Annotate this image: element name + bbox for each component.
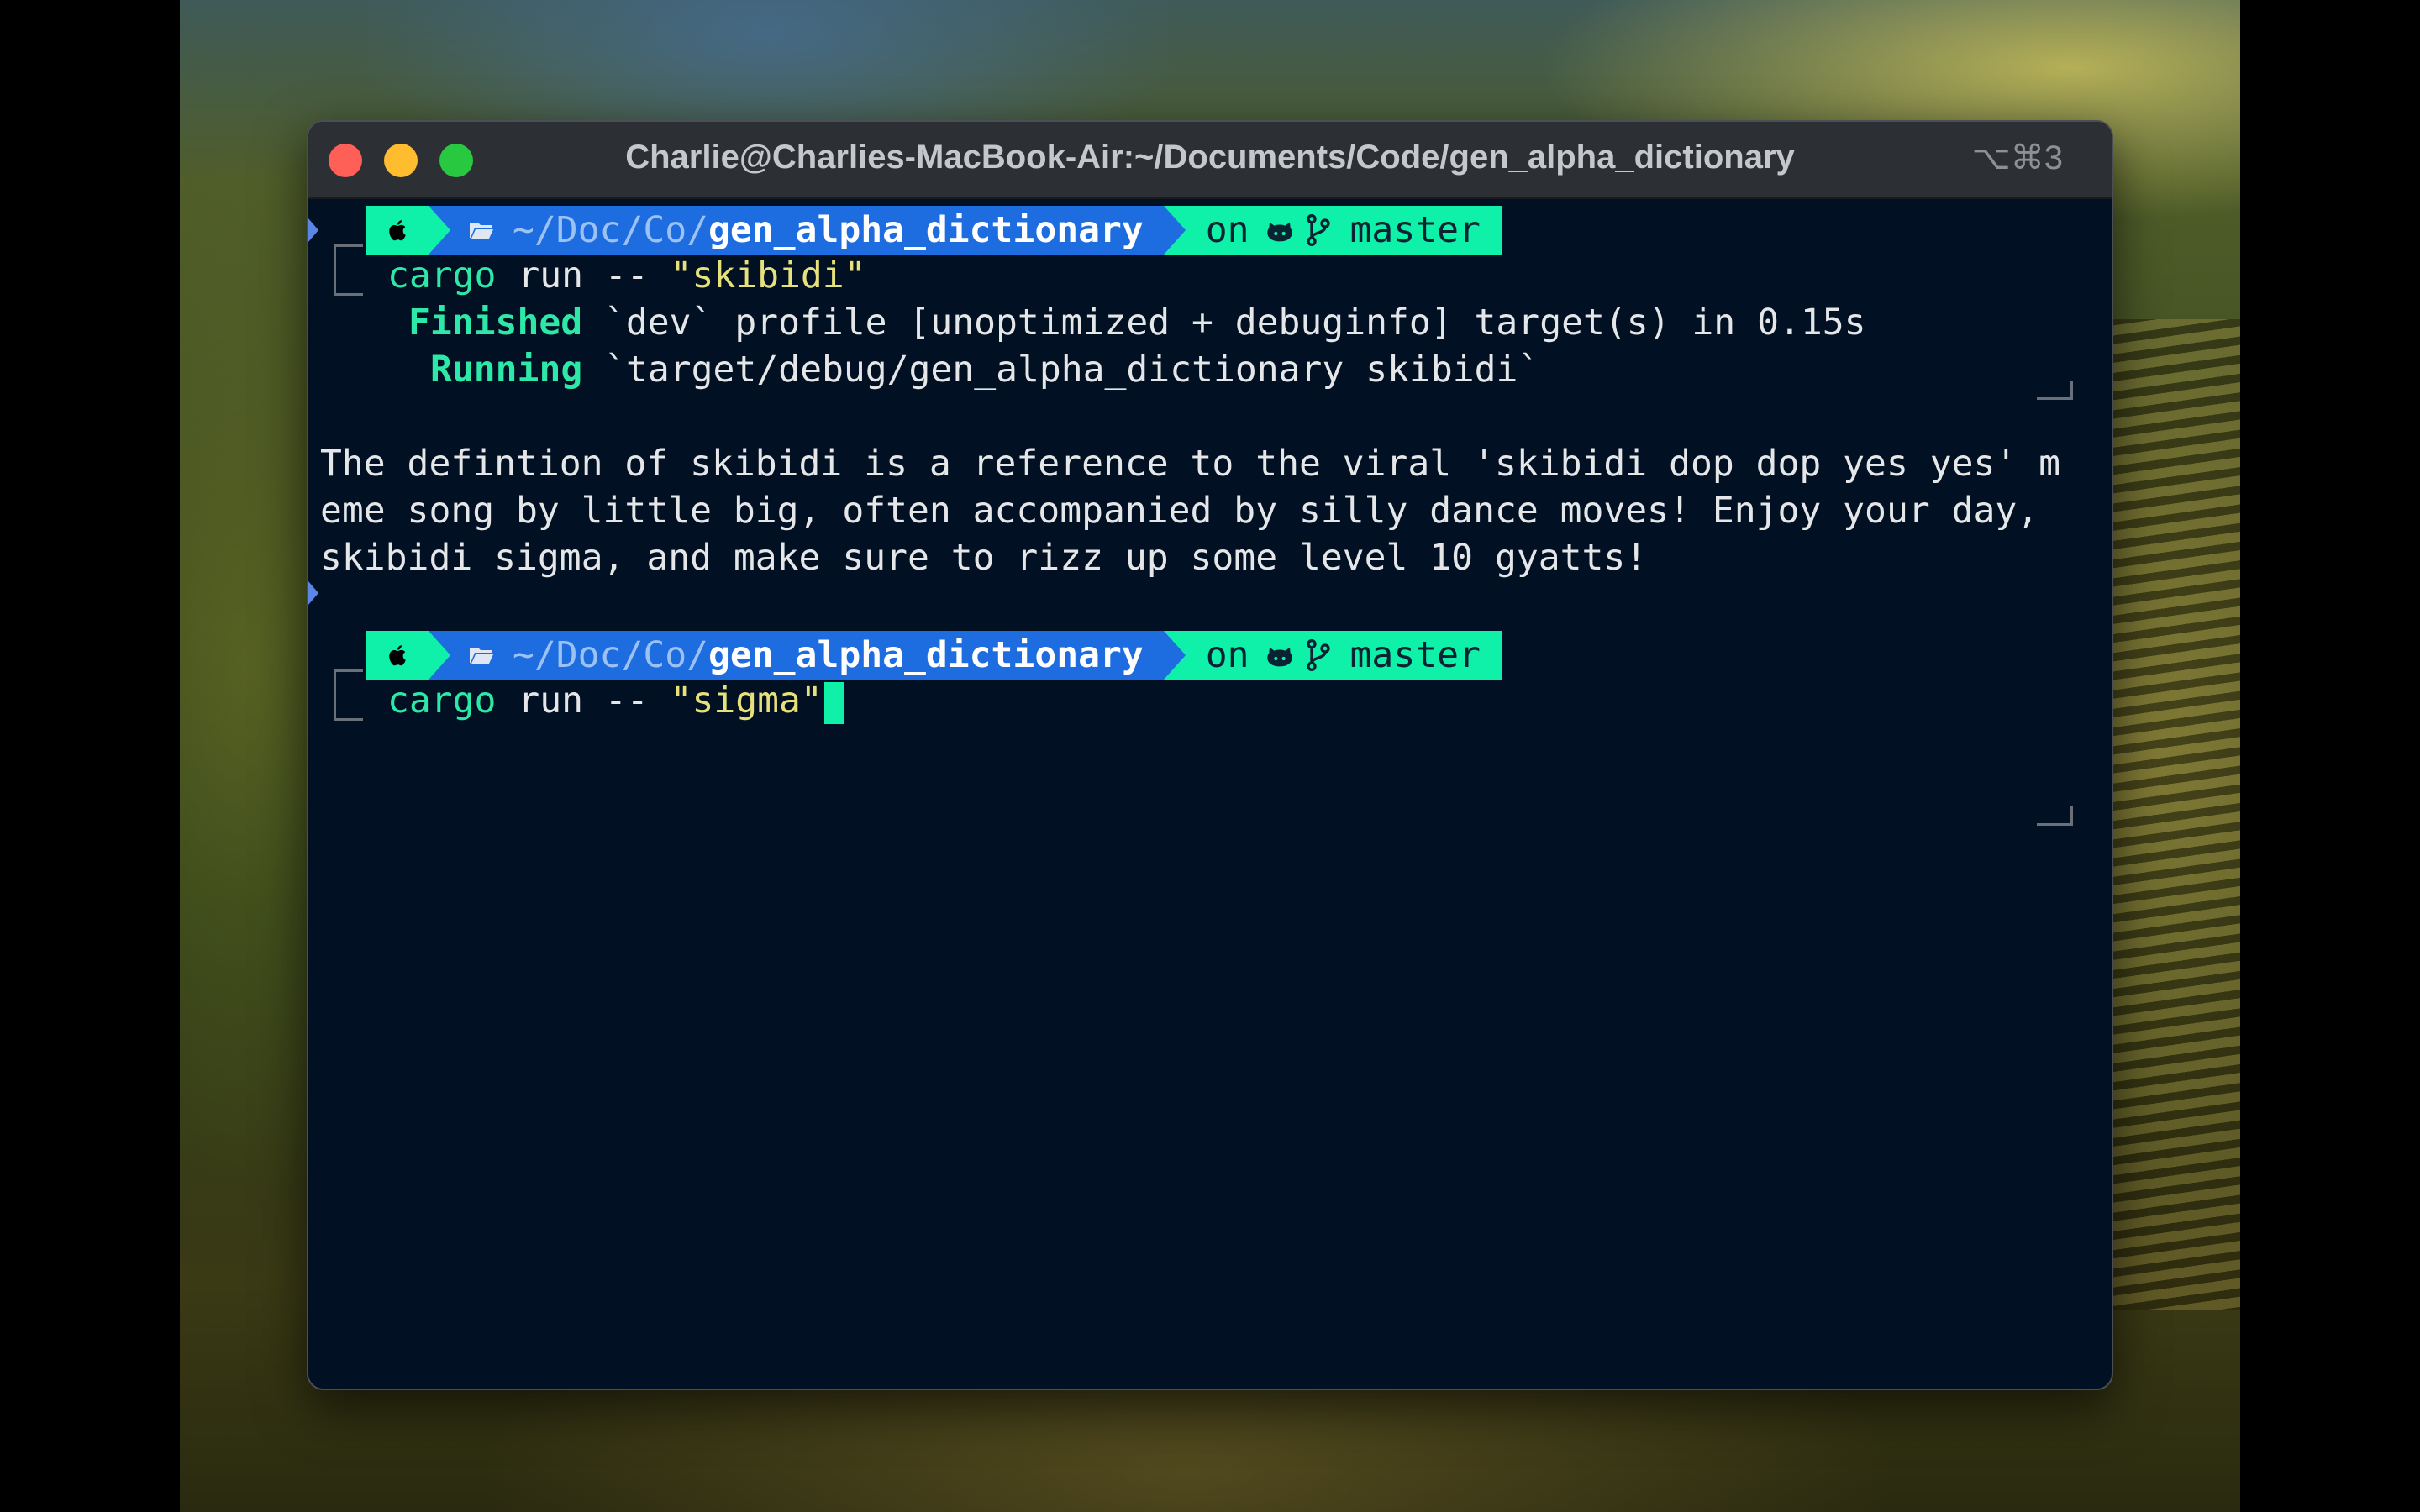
prompt-corner: [2037, 381, 2073, 400]
path-prefix: ~/Doc/Co/: [513, 209, 708, 251]
prompt-segments: ~/Doc/Co/gen_alpha_dictionary on master: [366, 206, 1502, 255]
git-segment: on master: [1185, 206, 1502, 255]
path-directory: gen_alpha_dictionary: [708, 634, 1144, 676]
path-directory: gen_alpha_dictionary: [708, 209, 1144, 251]
terminal-body[interactable]: ~/Doc/Co/gen_alpha_dictionary on master: [308, 199, 2112, 1389]
prompt-bracket: [334, 281, 363, 296]
output-text-line: eme song by little big, often accompanie…: [320, 490, 2039, 532]
text-cursor: [823, 681, 844, 724]
on-label: on: [1205, 209, 1249, 251]
github-icon: [1266, 647, 1292, 667]
branch-name: master: [1349, 209, 1481, 251]
branch-name: master: [1349, 634, 1481, 676]
command-input-line[interactable]: cargo run -- "sigma": [387, 677, 844, 724]
path-segment: ~/Doc/Co/gen_alpha_dictionary: [450, 206, 1164, 255]
output-text-line: skibidi sigma, and make sure to rizz up …: [320, 537, 1648, 579]
window-title: Charlie@Charlies-MacBook-Air:~/Documents…: [625, 139, 1795, 176]
window-shortcut: ⌥⌘3: [1971, 139, 2063, 176]
prompt-marker-icon: [308, 581, 318, 605]
command-quoted-arg: "skibidi": [670, 255, 866, 297]
prompt-marker-icon: [308, 218, 318, 242]
segment-separator: [1163, 206, 1186, 255]
command-program: cargo: [387, 255, 497, 297]
segment-separator: [1163, 631, 1186, 680]
output-running: Running `target/debug/gen_alpha_dictiona…: [430, 346, 1539, 393]
running-label: Running: [430, 349, 583, 391]
apple-icon: [389, 220, 406, 241]
finished-label: Finished: [408, 302, 583, 344]
folder-icon: [470, 648, 493, 664]
path-prefix: ~/Doc/Co/: [513, 634, 708, 676]
git-segment: on master: [1185, 631, 1502, 680]
command-program: cargo: [387, 680, 497, 722]
terminal-window[interactable]: Charlie@Charlies-MacBook-Air:~/Documents…: [307, 120, 2113, 1390]
command-quoted-arg: "sigma": [670, 680, 823, 722]
github-icon: [1266, 222, 1292, 242]
output-text-line: The defintion of skibidi is a reference …: [320, 443, 2061, 485]
on-label: on: [1205, 634, 1249, 676]
prompt-corner: [2037, 806, 2073, 826]
output-finished: Finished `dev` profile [unoptimized + de…: [408, 299, 1866, 346]
os-segment: [366, 631, 429, 680]
git-branch-icon: [1306, 214, 1330, 246]
os-segment: [366, 206, 429, 255]
prompt-bracket: [334, 706, 363, 721]
git-branch-icon: [1306, 639, 1330, 671]
segment-separator: [429, 631, 450, 680]
prompt-segments: ~/Doc/Co/gen_alpha_dictionary on master: [366, 631, 1502, 680]
finished-text: `dev` profile [unoptimized + debuginfo] …: [582, 302, 1866, 344]
command-args: run --: [496, 680, 671, 722]
folder-icon: [470, 223, 493, 239]
running-text: `target/debug/gen_alpha_dictionary skibi…: [582, 349, 1540, 391]
segment-separator: [429, 206, 450, 255]
command-args: run --: [496, 255, 671, 297]
title-bar[interactable]: Charlie@Charlies-MacBook-Air:~/Documents…: [308, 122, 2112, 199]
path-segment: ~/Doc/Co/gen_alpha_dictionary: [450, 631, 1164, 680]
command-line: cargo run -- "skibidi": [387, 252, 866, 299]
apple-icon: [389, 645, 406, 666]
